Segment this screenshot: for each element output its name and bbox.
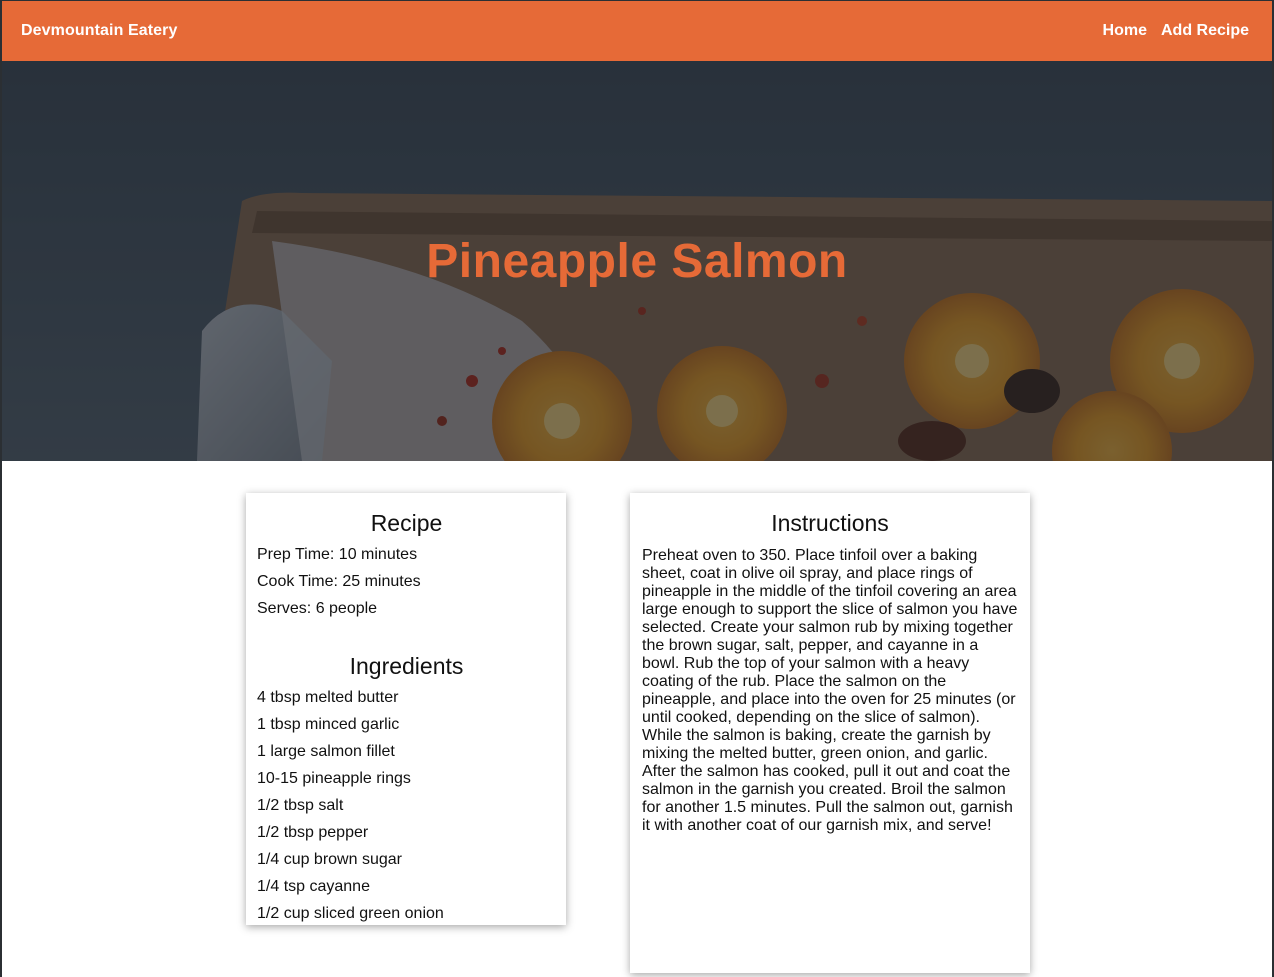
recipe-title: Pineapple Salmon (426, 234, 848, 288)
brand-name[interactable]: Devmountain Eatery (21, 22, 178, 40)
ingredient-item: 10-15 pineapple rings (257, 770, 411, 787)
ingredient-item: 1/2 cup sliced green onion (257, 905, 444, 922)
instructions-text: Preheat oven to 350. Place tinfoil over … (642, 547, 1018, 834)
ingredient-item: 1 large salmon fillet (257, 743, 395, 760)
nav-links: Home Add Recipe (1103, 22, 1249, 40)
ingredient-item: 1/2 tbsp salt (257, 797, 344, 814)
ingredient-item: 1 tbsp minced garlic (257, 716, 400, 733)
top-navbar: Devmountain Eatery Home Add Recipe (2, 0, 1272, 61)
instructions-heading: Instructions (771, 510, 889, 536)
recipe-heading: Recipe (370, 510, 443, 536)
serves: Serves: 6 people (257, 600, 378, 617)
page-frame: Devmountain Eatery Home Add Recipe Pinea… (0, 0, 1274, 977)
instructions-card: Instructions Preheat oven to 350. Place … (630, 493, 1030, 973)
nav-link-home[interactable]: Home (1103, 22, 1147, 40)
cook-time: Cook Time: 25 minutes (257, 573, 421, 590)
ingredient-item: 1/4 tsp cayanne (257, 878, 370, 895)
ingredients-heading: Ingredients (349, 653, 464, 679)
ingredient-list: 4 tbsp melted butter 1 tbsp minced garli… (257, 684, 556, 927)
ingredient-item: 1/2 tbsp pepper (257, 824, 369, 841)
recipe-card: Recipe Prep Time: 10 minutes Cook Time: … (246, 493, 566, 925)
ingredient-item: 1/4 cup brown sugar (257, 851, 402, 868)
prep-time: Prep Time: 10 minutes (257, 546, 418, 563)
ingredient-item: 4 tbsp melted butter (257, 689, 399, 706)
nav-link-add-recipe[interactable]: Add Recipe (1161, 22, 1249, 40)
hero-banner: Pineapple Salmon (2, 61, 1272, 461)
